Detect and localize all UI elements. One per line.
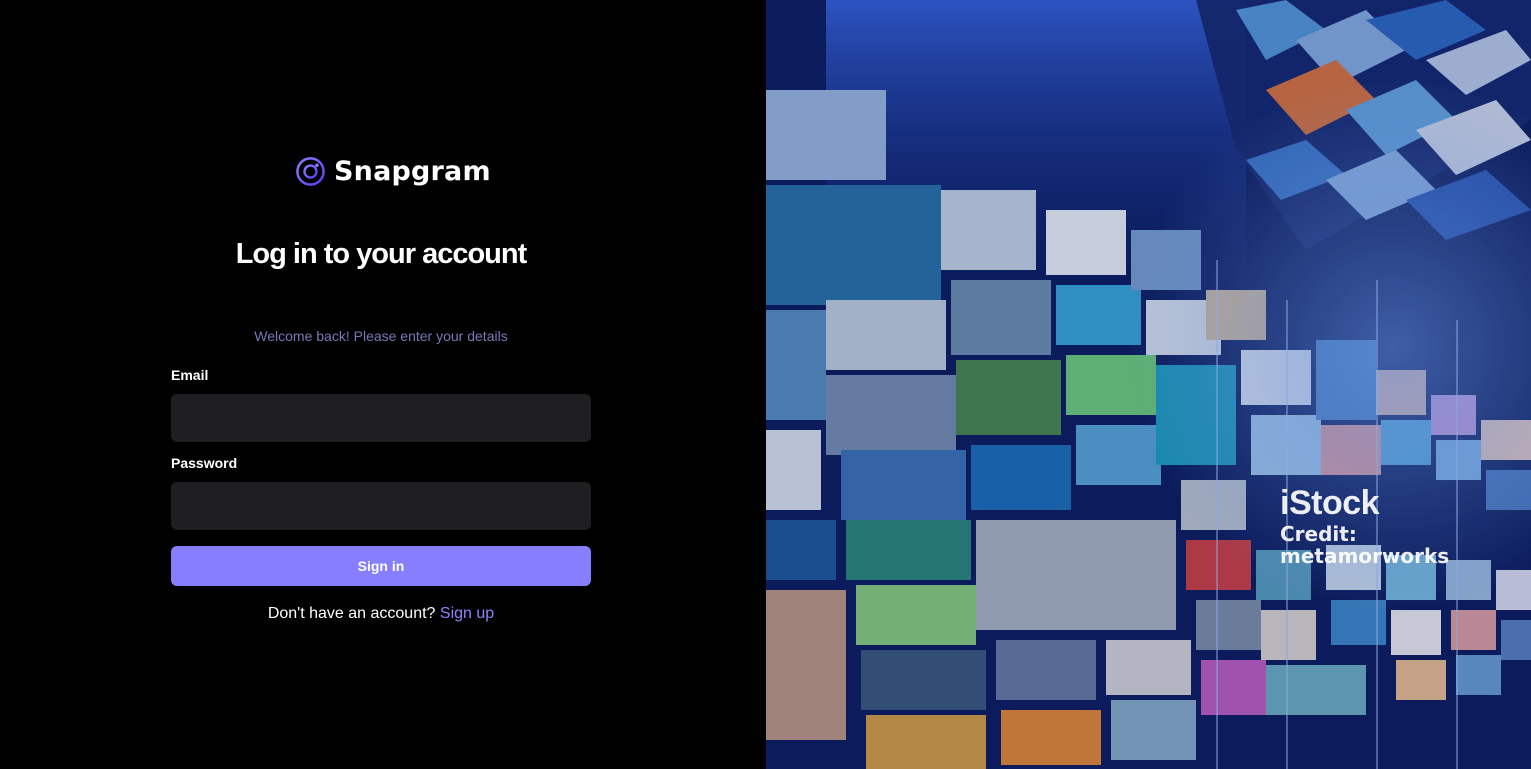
signup-row: Don't have an account? Sign up xyxy=(171,605,591,623)
email-field[interactable] xyxy=(171,394,591,442)
login-panel: Snapgram Log in to your account Welcome … xyxy=(0,0,766,769)
hero-image: iStock Credit: metamorworks xyxy=(766,0,1531,769)
sign-in-button[interactable]: Sign in xyxy=(171,546,591,586)
snapgram-logo-icon xyxy=(296,156,325,186)
page-subtitle: Welcome back! Please enter your details xyxy=(254,328,508,344)
sign-up-link[interactable]: Sign up xyxy=(440,605,494,622)
signup-prompt: Don't have an account? xyxy=(267,605,436,622)
email-label: Email xyxy=(171,367,209,383)
login-page: Snapgram Log in to your account Welcome … xyxy=(0,0,1531,769)
app-logo: Snapgram xyxy=(295,155,491,187)
app-name: Snapgram xyxy=(334,155,491,187)
login-form: Email Password Sign in Don't have an acc… xyxy=(171,366,591,623)
password-field[interactable] xyxy=(171,482,591,530)
password-label: Password xyxy=(171,455,238,471)
stock-watermark: iStock Credit: metamorworks xyxy=(1280,483,1531,567)
page-title: Log in to your account xyxy=(235,238,528,270)
watermark-brand: iStock xyxy=(1280,484,1380,522)
watermark-credit: Credit: metamorworks xyxy=(1280,522,1450,568)
video-wall-illustration xyxy=(766,0,1531,769)
